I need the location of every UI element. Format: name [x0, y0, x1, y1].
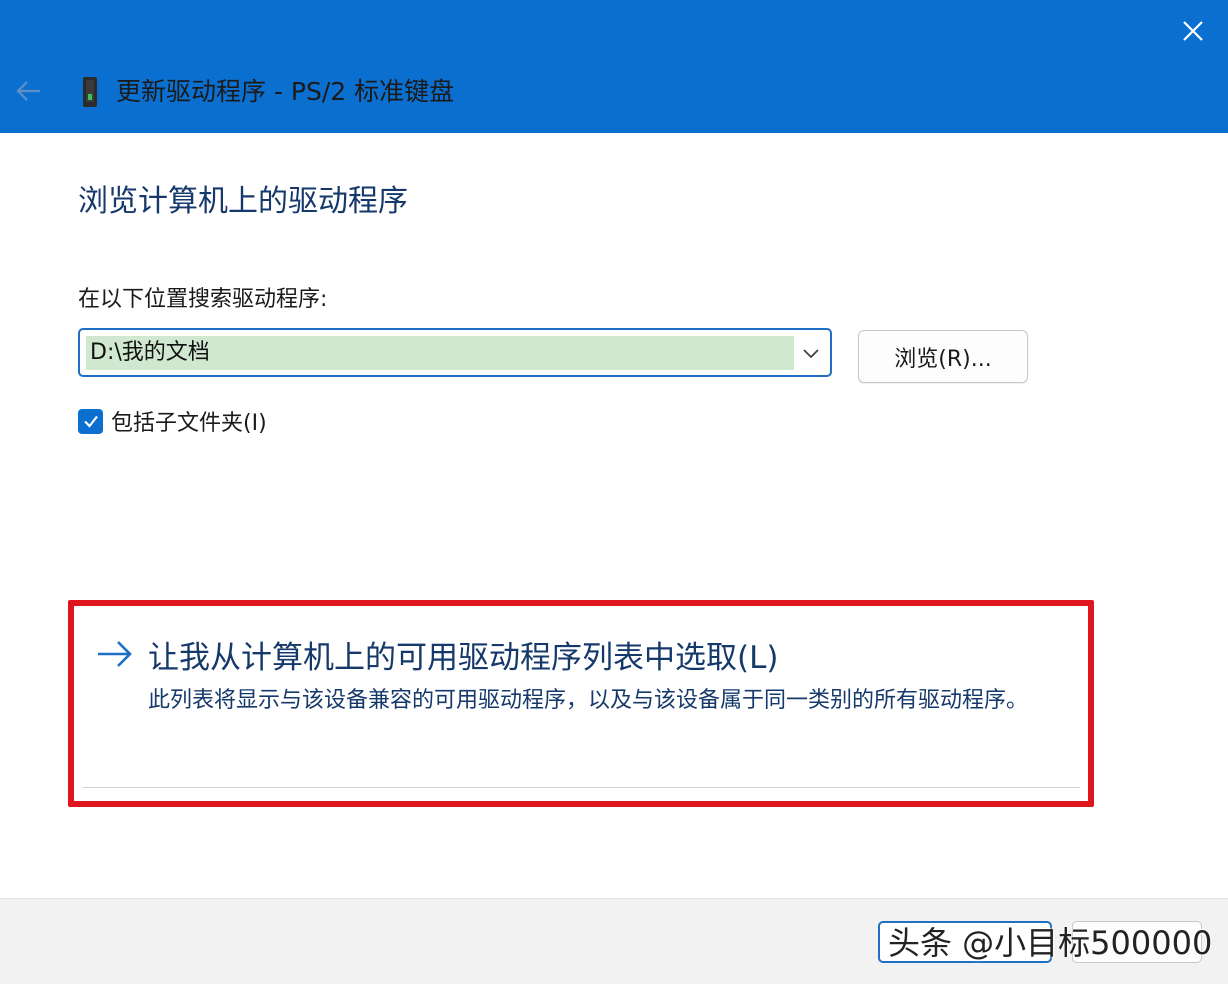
pick-from-list-title[interactable]: 让我从计算机上的可用驱动程序列表中选取(L)	[148, 632, 778, 677]
pick-from-list-description: 此列表将显示与该设备兼容的可用驱动程序，以及与该设备属于同一类别的所有驱动程序。	[148, 688, 1029, 713]
wizard-content: 浏览计算机上的驱动程序 在以下位置搜索驱动程序: D:\我的文档 浏览(R)..…	[0, 133, 1228, 898]
search-location-label: 在以下位置搜索驱动程序:	[78, 287, 328, 312]
browse-button[interactable]: 浏览(R)...	[858, 330, 1028, 383]
back-arrow-icon	[16, 81, 40, 101]
pick-from-list-option[interactable]: 让我从计算机上的可用驱动程序列表中选取(L) 此列表将显示与该设备兼容的可用驱动…	[68, 600, 1094, 807]
path-input[interactable]: D:\我的文档	[86, 336, 794, 370]
chevron-down-icon	[803, 349, 819, 359]
close-icon	[1183, 21, 1203, 41]
checkbox-checked[interactable]	[78, 408, 103, 434]
keyboard-device-icon	[80, 76, 100, 108]
back-button[interactable]	[12, 76, 46, 106]
path-dropdown-button[interactable]	[796, 336, 826, 370]
path-combobox[interactable]: D:\我的文档	[78, 328, 832, 377]
window-title: 更新驱动程序 - PS/2 标准键盘	[116, 77, 455, 106]
divider	[82, 787, 1080, 788]
include-subfolders-label: 包括子文件夹(I)	[111, 411, 267, 436]
include-subfolders-checkbox[interactable]: 包括子文件夹(I)	[78, 407, 267, 436]
title-bar: 更新驱动程序 - PS/2 标准键盘	[0, 0, 1228, 133]
page-heading: 浏览计算机上的驱动程序	[78, 184, 408, 219]
watermark: 头条 @小目标500000	[888, 924, 1213, 962]
close-button[interactable]	[1176, 14, 1210, 48]
checkmark-icon	[83, 415, 98, 428]
right-arrow-icon	[98, 641, 132, 667]
